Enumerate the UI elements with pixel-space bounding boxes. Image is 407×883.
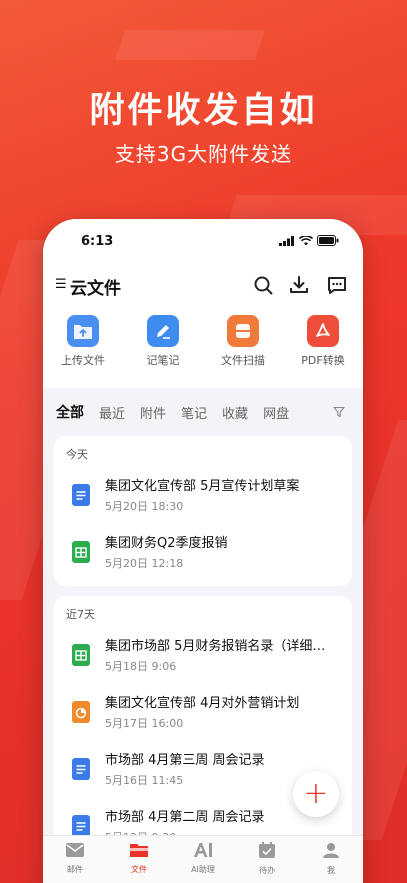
file-name: 集团文化宣传部 4月对外营销计划: [105, 696, 300, 711]
app-header: ☰ 云文件: [43, 263, 363, 305]
tab-notes[interactable]: 笔记: [181, 403, 207, 422]
phone-frame: 6:13 ☰ 云文件 上传文件 记笔记 文件扫描 PDF转换 全部 最近 附件 …: [43, 219, 363, 883]
promo-title: 附件收发自如: [89, 91, 318, 131]
sheet-file-icon: [72, 643, 90, 666]
quick-action-note[interactable]: 记笔记: [125, 315, 201, 388]
battery-icon: [317, 235, 339, 246]
quick-action-scan[interactable]: 文件扫描: [205, 315, 281, 388]
file-section-week: 近7天 集团市场部 5月财务报销名录（详细… 5月18日 9:06 集团文化宣传…: [54, 596, 352, 860]
status-bar: 6:13: [43, 219, 363, 263]
quick-action-label: PDF转换: [301, 354, 345, 367]
nav-label: 邮件: [67, 865, 83, 874]
quick-action-upload[interactable]: 上传文件: [45, 315, 121, 388]
file-row[interactable]: 集团市场部 5月财务报销名录（详细… 5月18日 9:06: [54, 626, 352, 683]
nav-label: AI助理: [191, 865, 215, 874]
file-date: 5月20日 12:18: [105, 557, 184, 570]
nav-ai[interactable]: AI助理: [178, 842, 228, 883]
download-icon[interactable]: [287, 273, 311, 297]
nav-label: 文件: [131, 865, 147, 874]
upload-folder-icon: [67, 315, 99, 347]
file-row[interactable]: 集团文化宣传部 4月对外营销计划 5月17日 16:00: [54, 683, 352, 740]
ppt-file-icon: [72, 700, 90, 723]
quick-action-pdf[interactable]: PDF转换: [285, 315, 361, 388]
search-icon[interactable]: [251, 273, 275, 297]
file-icon: [130, 844, 148, 857]
tab-all[interactable]: 全部: [56, 402, 84, 422]
message-icon[interactable]: [325, 273, 349, 297]
doc-file-icon: [72, 483, 90, 506]
nav-label: 待办: [259, 866, 275, 875]
mail-icon: [66, 843, 84, 857]
nav-todo[interactable]: 待办: [242, 842, 292, 883]
tab-recent[interactable]: 最近: [99, 403, 125, 422]
tab-attachments[interactable]: 附件: [140, 403, 166, 422]
page-title: 云文件: [70, 279, 121, 299]
nav-profile[interactable]: 我: [306, 842, 356, 883]
todo-icon: [259, 842, 275, 858]
quick-action-label: 上传文件: [61, 354, 105, 367]
status-time: 6:13: [81, 234, 114, 249]
nav-files[interactable]: 文件: [114, 842, 164, 883]
file-info: 集团财务Q2季度报销 5月20日 12:18: [105, 532, 340, 571]
file-name: 集团财务Q2季度报销: [105, 536, 228, 551]
menu-icon[interactable]: ☰: [55, 277, 67, 292]
tab-netdisk[interactable]: 网盘: [263, 403, 289, 422]
nav-mail[interactable]: 邮件: [50, 842, 100, 883]
pdf-icon: [307, 315, 339, 347]
status-icons: [279, 235, 339, 246]
file-name: 市场部 4月第三周 周会记录: [105, 753, 265, 768]
file-date: 5月18日 9:06: [105, 660, 177, 673]
file-info: 集团文化宣传部 4月对外营销计划 5月17日 16:00: [105, 692, 340, 731]
doc-file-icon: [72, 757, 90, 780]
tab-favorites[interactable]: 收藏: [222, 403, 248, 422]
nav-label: 我: [327, 866, 335, 875]
file-name: 集团市场部 5月财务报销名录（详细…: [105, 639, 326, 654]
scan-icon: [227, 315, 259, 347]
quick-actions: 上传文件 记笔记 文件扫描 PDF转换: [43, 305, 363, 388]
quick-action-label: 记笔记: [146, 354, 180, 367]
quick-action-label: 文件扫描: [221, 354, 265, 367]
file-info: 集团市场部 5月财务报销名录（详细… 5月18日 9:06: [105, 635, 340, 674]
profile-icon: [323, 843, 339, 858]
sheet-file-icon: [72, 540, 90, 563]
file-date: 5月17日 16:00: [105, 717, 184, 730]
doc-file-icon: [72, 814, 90, 837]
section-label: 今天: [66, 448, 88, 461]
signal-icon: [279, 235, 294, 246]
file-name: 集团文化宣传部 5月宣传计划草案: [105, 479, 300, 494]
background-stripe: [115, 30, 265, 60]
filter-tabs: 全部 最近 附件 笔记 收藏 网盘: [43, 388, 363, 436]
plus-icon: +: [303, 776, 329, 811]
file-date: 5月20日 18:30: [105, 500, 184, 513]
file-section-today: 今天 集团文化宣传部 5月宣传计划草案 5月20日 18:30 集团财务Q2季度…: [54, 436, 352, 586]
file-row[interactable]: 集团财务Q2季度报销 5月20日 12:18: [54, 523, 352, 580]
ai-icon: [194, 843, 212, 857]
wifi-icon: [299, 235, 313, 245]
file-info: 集团文化宣传部 5月宣传计划草案 5月20日 18:30: [105, 475, 340, 514]
promo-subtitle: 支持3G大附件发送: [114, 142, 293, 166]
file-row[interactable]: 集团文化宣传部 5月宣传计划草案 5月20日 18:30: [54, 466, 352, 523]
section-label: 近7天: [66, 608, 95, 621]
filter-icon[interactable]: [333, 406, 345, 418]
bottom-nav: 邮件 文件 AI助理 待办 我: [43, 835, 363, 883]
new-file-fab[interactable]: +: [293, 771, 339, 817]
pencil-icon: [147, 315, 179, 347]
